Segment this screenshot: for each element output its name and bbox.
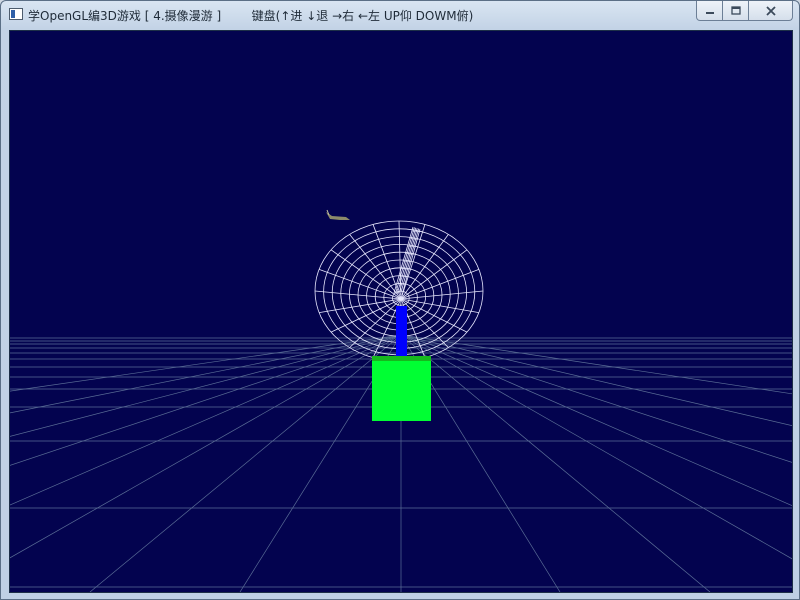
small-object-shape	[326, 212, 350, 220]
dish-spoke	[330, 249, 402, 300]
grid-line	[400, 334, 711, 592]
grid-line	[400, 334, 792, 463]
grid-line	[10, 334, 402, 392]
maximize-icon	[730, 5, 741, 15]
title-bar[interactable]: 学OpenGL编3D游戏 [ 4.摄像漫游 ] 键盘(↑进 ↓退 →右 ←左 U…	[1, 1, 799, 29]
grid-line	[400, 334, 792, 506]
grid-line	[10, 334, 402, 466]
app-window: 学OpenGL编3D游戏 [ 4.摄像漫游 ] 键盘(↑进 ↓退 →右 ←左 U…	[0, 0, 800, 600]
opengl-viewport[interactable]	[9, 30, 793, 593]
window-title: 学OpenGL编3D游戏 [ 4.摄像漫游 ] 键盘(↑进 ↓退 →右 ←左 U…	[28, 9, 474, 23]
small-object	[326, 209, 350, 220]
grid-line	[400, 334, 792, 395]
maximize-button[interactable]	[723, 1, 749, 21]
grid-line	[89, 334, 402, 592]
window-controls	[696, 1, 793, 21]
3d-scene	[10, 209, 792, 592]
minimize-icon	[705, 11, 714, 14]
green-cube	[372, 361, 431, 421]
grid-line	[10, 334, 402, 414]
cube-top-face	[372, 356, 431, 361]
minimize-button[interactable]	[696, 1, 723, 21]
app-icon	[9, 8, 23, 20]
grid-line	[10, 334, 402, 506]
grid-line	[10, 334, 402, 559]
grid-line	[400, 334, 792, 426]
radar-pole	[396, 306, 407, 358]
dish-spoke	[400, 268, 480, 300]
close-icon	[765, 5, 776, 16]
grid-line	[10, 334, 402, 437]
grid-line	[400, 334, 792, 560]
close-button[interactable]	[749, 1, 793, 21]
